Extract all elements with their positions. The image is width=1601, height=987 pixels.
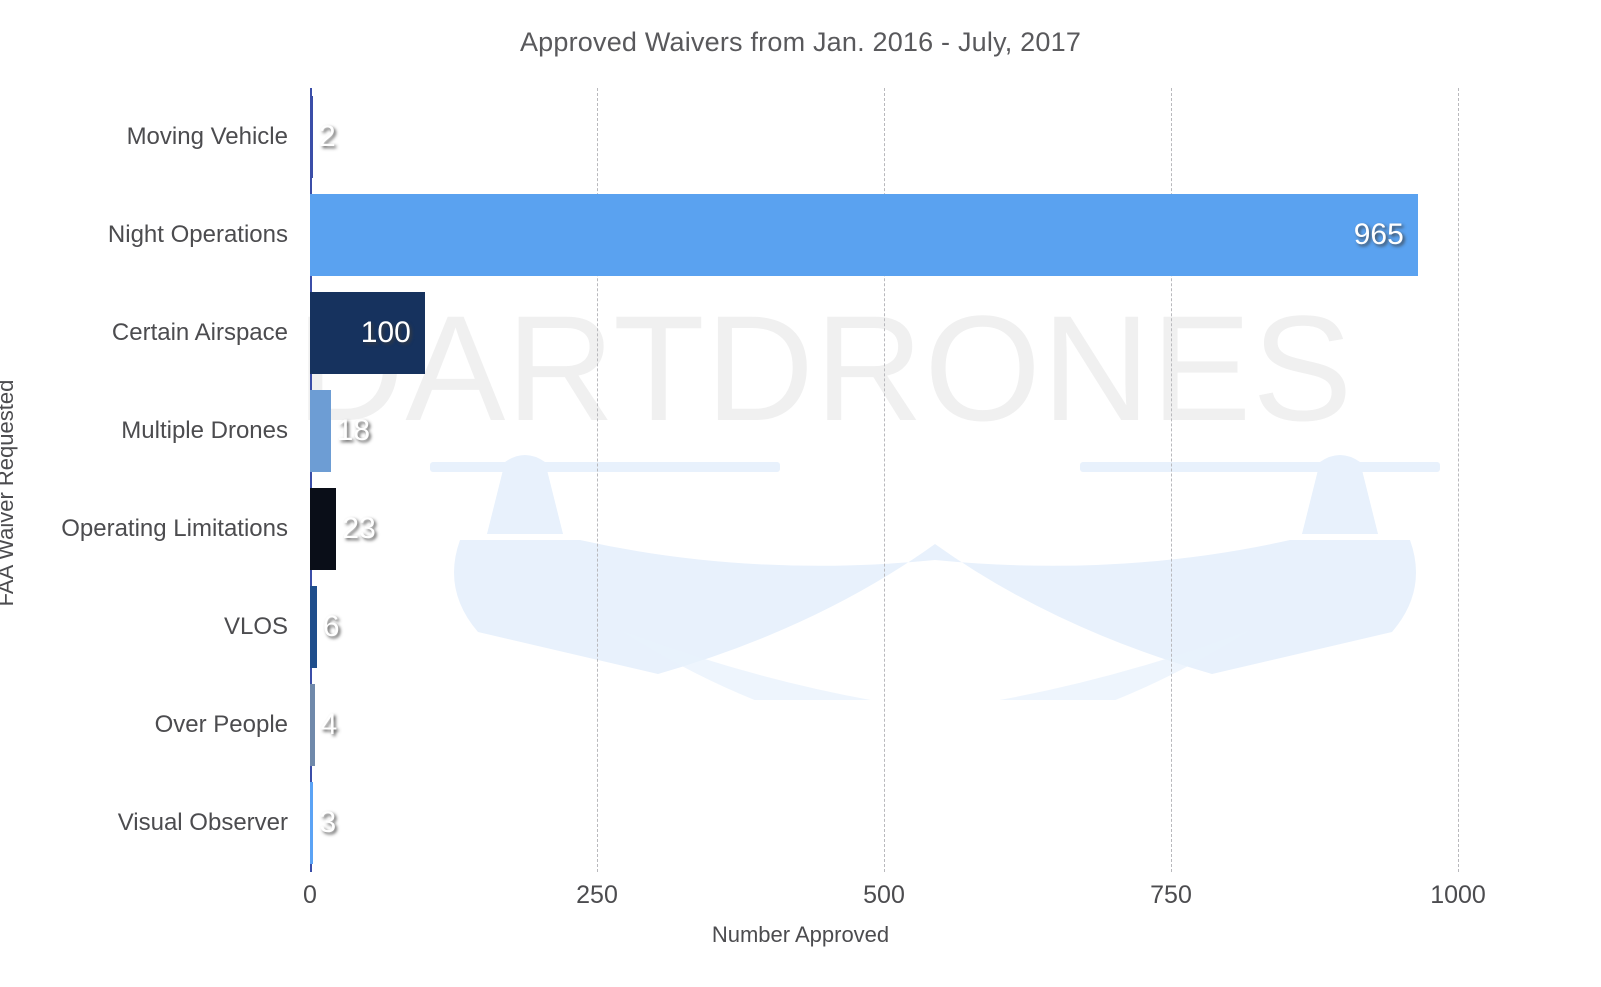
bar[interactable]: 6 — [310, 586, 340, 668]
gridline — [1458, 88, 1459, 872]
bar-value-label: 2 — [319, 120, 336, 153]
bar-row: 100 — [310, 292, 1458, 374]
bar-value-label: 18 — [336, 414, 371, 447]
bar-value-label: 4 — [320, 708, 338, 741]
x-tick-label: 1000 — [1430, 881, 1486, 909]
bar-row: 3 — [310, 782, 1458, 864]
y-category-label: Multiple Drones — [121, 417, 288, 444]
bar[interactable]: 18 — [310, 390, 370, 472]
bar-row: 23 — [310, 488, 1458, 570]
bar-value-label: 100 — [360, 316, 411, 349]
y-category-label: Operating Limitations — [61, 515, 288, 542]
x-tick-label: 750 — [1150, 881, 1192, 909]
y-category-label: Certain Airspace — [111, 319, 288, 346]
bar-row: 4 — [310, 684, 1458, 766]
bar-row: 18 — [310, 390, 1458, 472]
y-category-label: VLOS — [223, 613, 288, 640]
bar[interactable]: 2 — [310, 96, 336, 178]
bar[interactable]: 4 — [310, 684, 337, 766]
bar-row: 965 — [310, 194, 1458, 276]
y-category-label: Visual Observer — [117, 809, 288, 836]
bar-value-label: 6 — [322, 610, 340, 643]
x-tick-label: 0 — [303, 881, 317, 909]
chart-title: Approved Waivers from Jan. 2016 - July, … — [519, 27, 1082, 57]
x-axis-title: Number Approved — [711, 922, 890, 947]
y-category-label: Moving Vehicle — [126, 123, 288, 150]
bar-value-label: 965 — [1353, 218, 1404, 251]
bar-row: 2 — [310, 96, 1458, 178]
bar-value-label: 23 — [342, 512, 376, 545]
bar-row: 6 — [310, 586, 1458, 668]
y-category-label: Night Operations — [107, 221, 288, 248]
bar[interactable]: 23 — [310, 488, 376, 570]
y-category-label: Over People — [154, 711, 288, 738]
plot-area: 2 965 100 18 23 6 4 3 — [310, 88, 1459, 872]
bar-value-label: 3 — [319, 806, 337, 839]
bar[interactable]: 3 — [310, 782, 336, 864]
x-tick-label: 500 — [863, 881, 905, 909]
x-tick-label: 250 — [576, 881, 618, 909]
bar[interactable]: 965 — [310, 194, 1418, 276]
y-axis-title: FAA Waiver Requested — [0, 379, 18, 607]
bar-chart: DARTDRONES Approved Waivers from Jan. 20… — [0, 0, 1601, 987]
bar[interactable]: 100 — [310, 292, 425, 374]
